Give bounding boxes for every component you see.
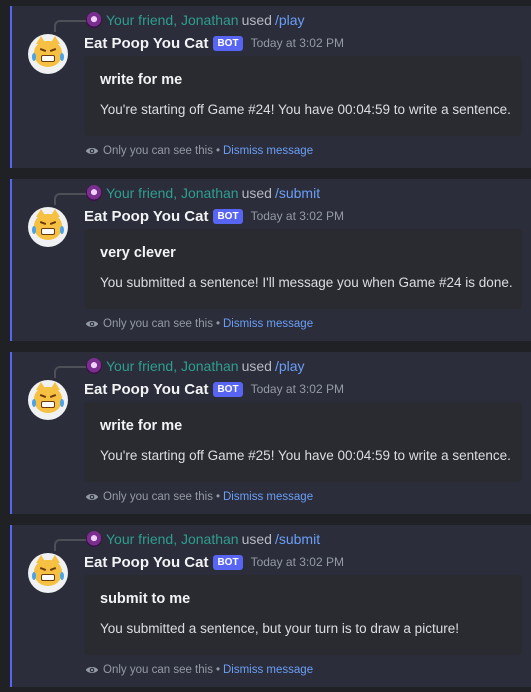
bot-avatar[interactable] (28, 34, 68, 74)
ephemeral-message: Your friend, Jonathan used /play Eat Poo… (10, 6, 531, 168)
bot-name[interactable]: Eat Poop You Cat (84, 554, 208, 571)
timestamp[interactable]: Today at 3:02 PM (251, 209, 344, 223)
embed-description: You're starting off Game #24! You have 0… (100, 102, 511, 117)
ephemeral-label: Only you can see this (103, 664, 213, 676)
message-feed: Your friend, Jonathan used /play Eat Poo… (0, 0, 531, 692)
timestamp[interactable]: Today at 3:02 PM (251, 555, 344, 569)
used-label: used (241, 185, 272, 201)
crying-cat-icon (32, 209, 64, 240)
bot-name[interactable]: Eat Poop You Cat (84, 381, 208, 398)
timestamp[interactable]: Today at 3:02 PM (251, 36, 344, 50)
bot-name[interactable]: Eat Poop You Cat (84, 35, 208, 52)
embed-description: You submitted a sentence! I'll message y… (100, 275, 513, 290)
ephemeral-notice: Only you can see this • Dismiss message (85, 489, 313, 505)
user-name[interactable]: Your friend, Jonathan (106, 531, 239, 547)
embed-title: write for me (100, 72, 183, 88)
separator-dot: • (215, 145, 220, 157)
bot-badge: BOT (213, 381, 243, 397)
command-name[interactable]: /play (275, 358, 305, 374)
message-header: Eat Poop You Cat BOT Today at 3:02 PM (84, 206, 344, 226)
embed-title: submit to me (100, 591, 191, 607)
bot-avatar[interactable] (28, 553, 68, 593)
reply-context[interactable]: Your friend, Jonathan used /submit (86, 530, 320, 548)
embed: write for me You're starting off Game #2… (84, 56, 522, 136)
crying-cat-icon (32, 382, 64, 413)
eye-icon (85, 321, 99, 327)
message-header: Eat Poop You Cat BOT Today at 3:02 PM (84, 552, 344, 572)
ephemeral-label: Only you can see this (103, 145, 213, 157)
embed-description: You submitted a sentence, but your turn … (100, 621, 459, 636)
crying-cat-icon (32, 36, 64, 67)
user-name[interactable]: Your friend, Jonathan (106, 185, 239, 201)
dismiss-message-link[interactable]: Dismiss message (223, 318, 313, 330)
ephemeral-message: Your friend, Jonathan used /submit Eat P… (10, 525, 531, 687)
message-header: Eat Poop You Cat BOT Today at 3:02 PM (84, 33, 344, 53)
dismiss-message-link[interactable]: Dismiss message (223, 145, 313, 157)
reply-context[interactable]: Your friend, Jonathan used /play (86, 11, 305, 29)
dismiss-message-link[interactable]: Dismiss message (223, 491, 313, 503)
message-header: Eat Poop You Cat BOT Today at 3:02 PM (84, 379, 344, 399)
crying-cat-icon (32, 555, 64, 586)
ephemeral-notice: Only you can see this • Dismiss message (85, 662, 313, 678)
user-avatar-icon (86, 12, 102, 28)
eye-icon (85, 148, 99, 154)
ephemeral-message: Your friend, Jonathan used /submit Eat P… (10, 179, 531, 341)
bot-badge: BOT (213, 208, 243, 224)
command-name[interactable]: /submit (275, 531, 320, 547)
embed-title: write for me (100, 418, 183, 434)
eye-icon (85, 494, 99, 500)
separator-dot: • (215, 318, 220, 330)
timestamp[interactable]: Today at 3:02 PM (251, 382, 344, 396)
dismiss-message-link[interactable]: Dismiss message (223, 664, 313, 676)
reply-context[interactable]: Your friend, Jonathan used /submit (86, 184, 320, 202)
user-avatar-icon (86, 531, 102, 547)
bot-avatar[interactable] (28, 207, 68, 247)
command-name[interactable]: /submit (275, 185, 320, 201)
user-avatar-icon (86, 185, 102, 201)
user-name[interactable]: Your friend, Jonathan (106, 12, 239, 28)
used-label: used (241, 12, 272, 28)
reply-connector (54, 193, 88, 205)
user-avatar-icon (86, 358, 102, 374)
bot-badge: BOT (213, 35, 243, 51)
bot-badge: BOT (213, 554, 243, 570)
embed: submit to me You submitted a sentence, b… (84, 575, 522, 655)
embed-title: very clever (100, 245, 176, 261)
ephemeral-label: Only you can see this (103, 318, 213, 330)
used-label: used (241, 358, 272, 374)
ephemeral-notice: Only you can see this • Dismiss message (85, 316, 313, 332)
used-label: used (241, 531, 272, 547)
reply-context[interactable]: Your friend, Jonathan used /play (86, 357, 305, 375)
ephemeral-message: Your friend, Jonathan used /play Eat Poo… (10, 352, 531, 514)
reply-connector (54, 20, 88, 32)
eye-icon (85, 667, 99, 673)
separator-dot: • (215, 664, 220, 676)
embed-description: You're starting off Game #25! You have 0… (100, 448, 511, 463)
user-name[interactable]: Your friend, Jonathan (106, 358, 239, 374)
reply-connector (54, 539, 88, 551)
command-name[interactable]: /play (275, 12, 305, 28)
bot-name[interactable]: Eat Poop You Cat (84, 208, 208, 225)
ephemeral-label: Only you can see this (103, 491, 213, 503)
ephemeral-notice: Only you can see this • Dismiss message (85, 143, 313, 159)
reply-connector (54, 366, 88, 378)
separator-dot: • (215, 491, 220, 503)
bot-avatar[interactable] (28, 380, 68, 420)
embed: write for me You're starting off Game #2… (84, 402, 522, 482)
embed: very clever You submitted a sentence! I'… (84, 229, 522, 309)
